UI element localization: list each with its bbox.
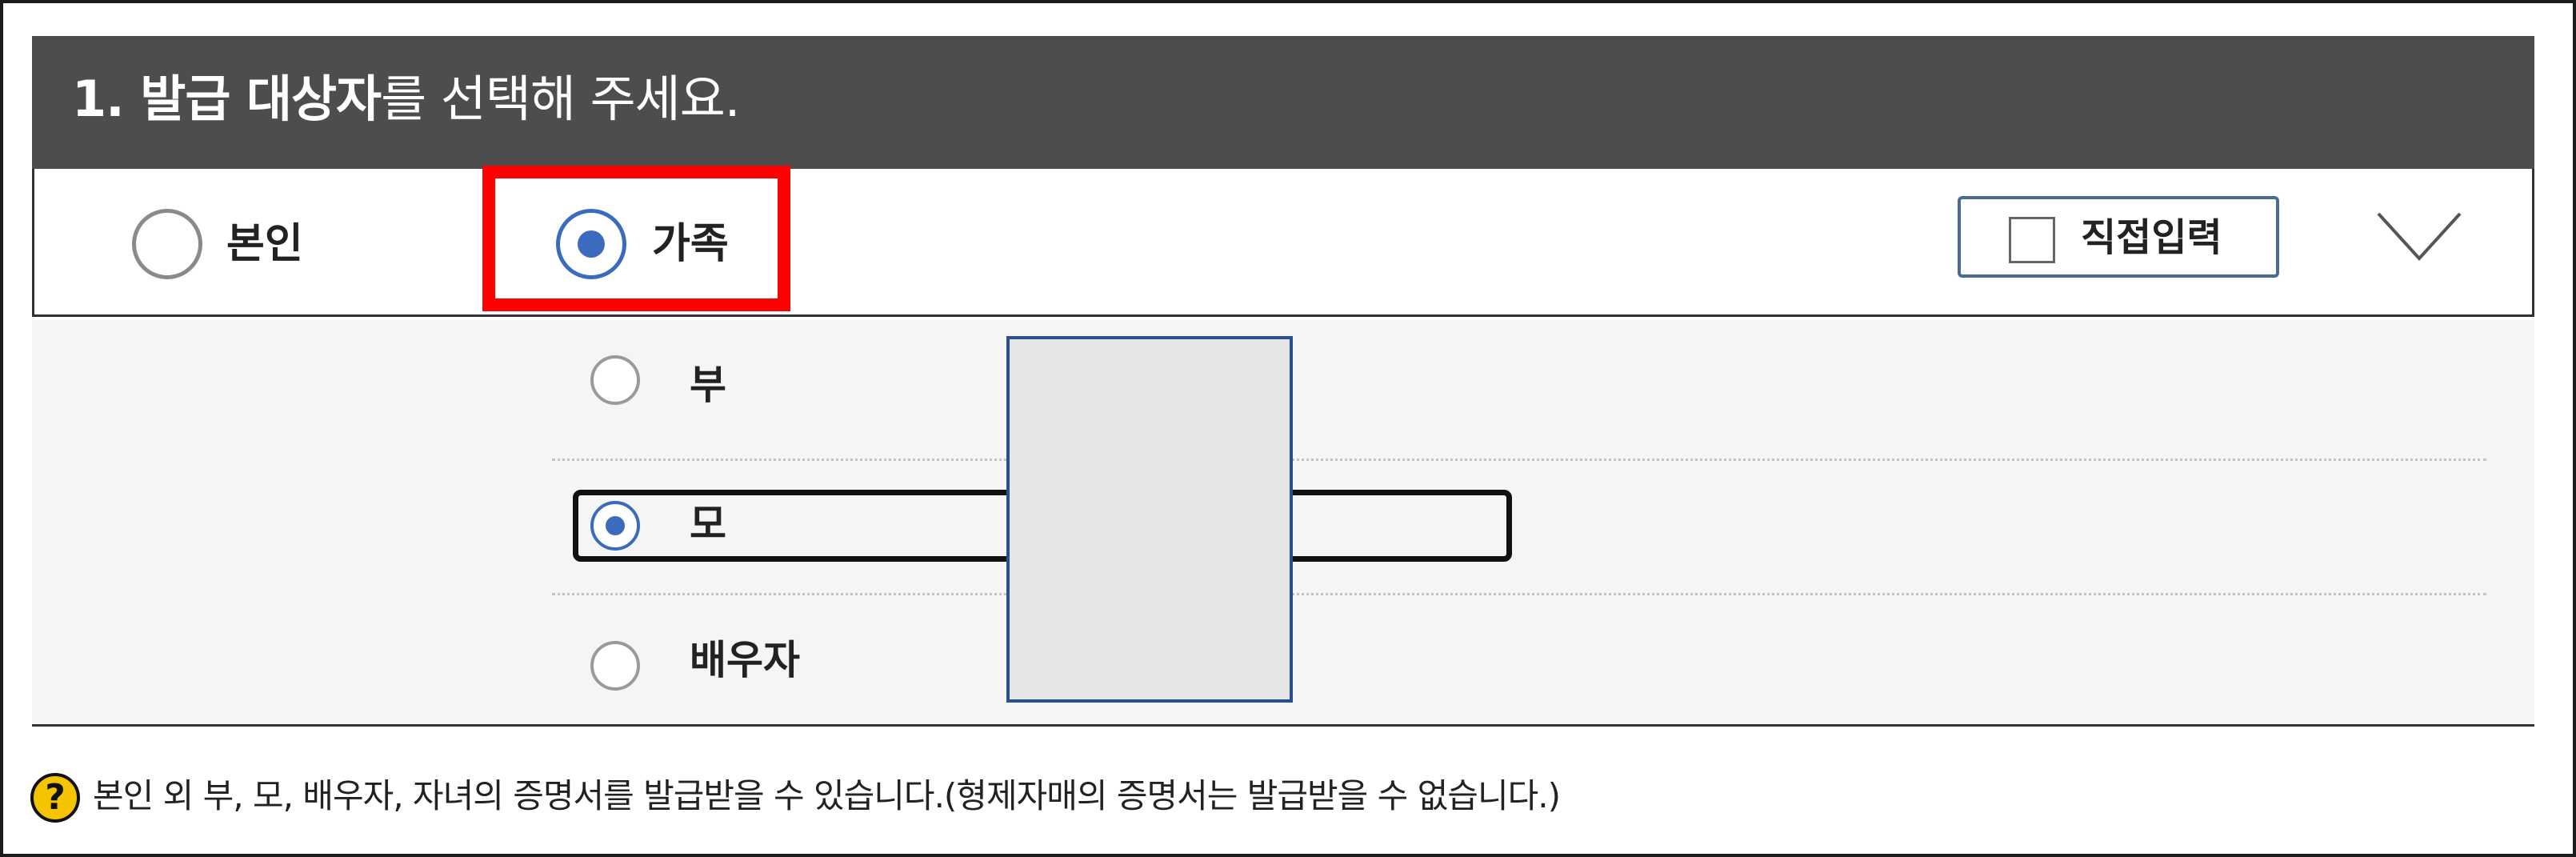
divider — [552, 593, 2486, 595]
radio-self-label[interactable]: 본인 — [226, 223, 303, 265]
highlight-annotation-box — [482, 166, 790, 311]
radio-mother-label[interactable]: 모 — [690, 504, 726, 544]
direct-input-label: 직접입력 — [2081, 215, 2222, 260]
section-title-rest: 를 선택해 주세요. — [381, 70, 740, 128]
direct-input-checkbox[interactable] — [2009, 217, 2055, 263]
divider — [552, 459, 2486, 461]
help-text: 본인 외 부, 모, 배우자, 자녀의 증명서를 발급받을 수 있습니다.(형제… — [93, 776, 1561, 815]
radio-father[interactable] — [590, 355, 640, 405]
family-options-panel: 부 모 배우자 — [32, 320, 2534, 724]
chevron-down-icon[interactable] — [2375, 209, 2463, 265]
target-selection-row: 본인 가족 직접입력 — [32, 166, 2534, 317]
radio-spouse[interactable] — [590, 641, 640, 691]
direct-input-button[interactable]: 직접입력 — [1958, 196, 2279, 278]
redaction-box — [1006, 336, 1293, 703]
section-title-strong: 1. 발급 대상자 — [72, 70, 382, 128]
section-title: 1. 발급 대상자를 선택해 주세요. — [72, 74, 740, 124]
radio-mother[interactable] — [590, 501, 640, 551]
section-header: 1. 발급 대상자를 선택해 주세요. — [32, 36, 2534, 169]
radio-father-label[interactable]: 부 — [690, 365, 726, 405]
radio-spouse-label[interactable]: 배우자 — [690, 640, 800, 680]
divider — [32, 724, 2534, 727]
radio-self[interactable] — [132, 209, 202, 279]
question-icon: ? — [30, 773, 80, 823]
